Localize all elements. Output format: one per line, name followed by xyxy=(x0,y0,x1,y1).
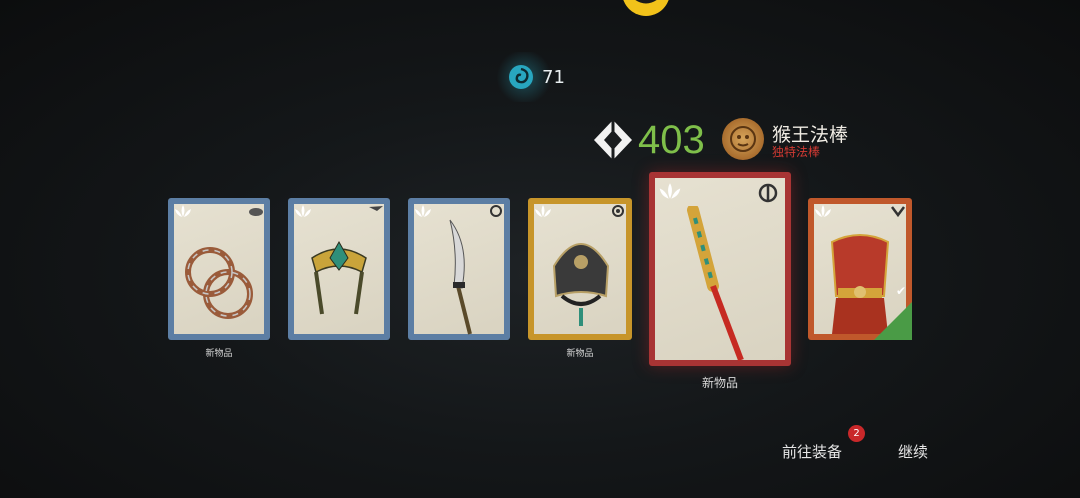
lotus-icon xyxy=(659,183,681,199)
feather-type-icon xyxy=(369,206,383,211)
item-card-armor[interactable]: ✔ xyxy=(808,198,912,340)
currency-display: 71 xyxy=(494,52,565,102)
card-label-rings: 新物品 xyxy=(205,349,233,359)
lotus-icon xyxy=(535,205,551,217)
shield-type-icon xyxy=(612,205,624,217)
lotus-icon xyxy=(815,205,831,217)
swirl-type-icon xyxy=(490,205,502,217)
equip-notification-badge: 2 xyxy=(848,425,865,442)
gear-score-icon xyxy=(594,120,632,160)
card-label-staff: 新物品 xyxy=(701,376,738,390)
currency-value: 71 xyxy=(542,66,565,88)
item-type: 独特法棒 xyxy=(772,145,821,159)
staff-type-icon xyxy=(758,183,778,203)
card-label-helmet: 新物品 xyxy=(566,349,594,359)
crown-icon xyxy=(311,240,367,315)
item-card-staff-selected[interactable] xyxy=(649,172,791,366)
lotus-icon xyxy=(295,205,311,217)
equipped-check-icon: ✔ xyxy=(874,284,912,340)
gear-score-value: 403 xyxy=(638,118,705,162)
cloud-type-icon xyxy=(249,208,263,216)
spiral-currency-icon xyxy=(509,65,533,89)
item-card-helmet[interactable] xyxy=(528,198,632,340)
continue-button[interactable]: 继续 xyxy=(898,441,928,462)
go-equip-button[interactable]: 前往装备 xyxy=(782,441,842,462)
monkey-king-rarity-icon xyxy=(722,118,764,160)
helmet-icon xyxy=(552,243,610,326)
item-card-blade[interactable] xyxy=(408,198,510,340)
top-emblem-icon xyxy=(623,0,669,16)
staff-icon xyxy=(687,206,744,362)
blade-icon xyxy=(449,219,472,335)
item-card-rings[interactable] xyxy=(168,198,270,340)
lotus-icon xyxy=(175,205,191,217)
chevron-type-icon xyxy=(891,206,905,218)
item-card-crown[interactable] xyxy=(288,198,390,340)
ring-icon xyxy=(185,247,253,319)
